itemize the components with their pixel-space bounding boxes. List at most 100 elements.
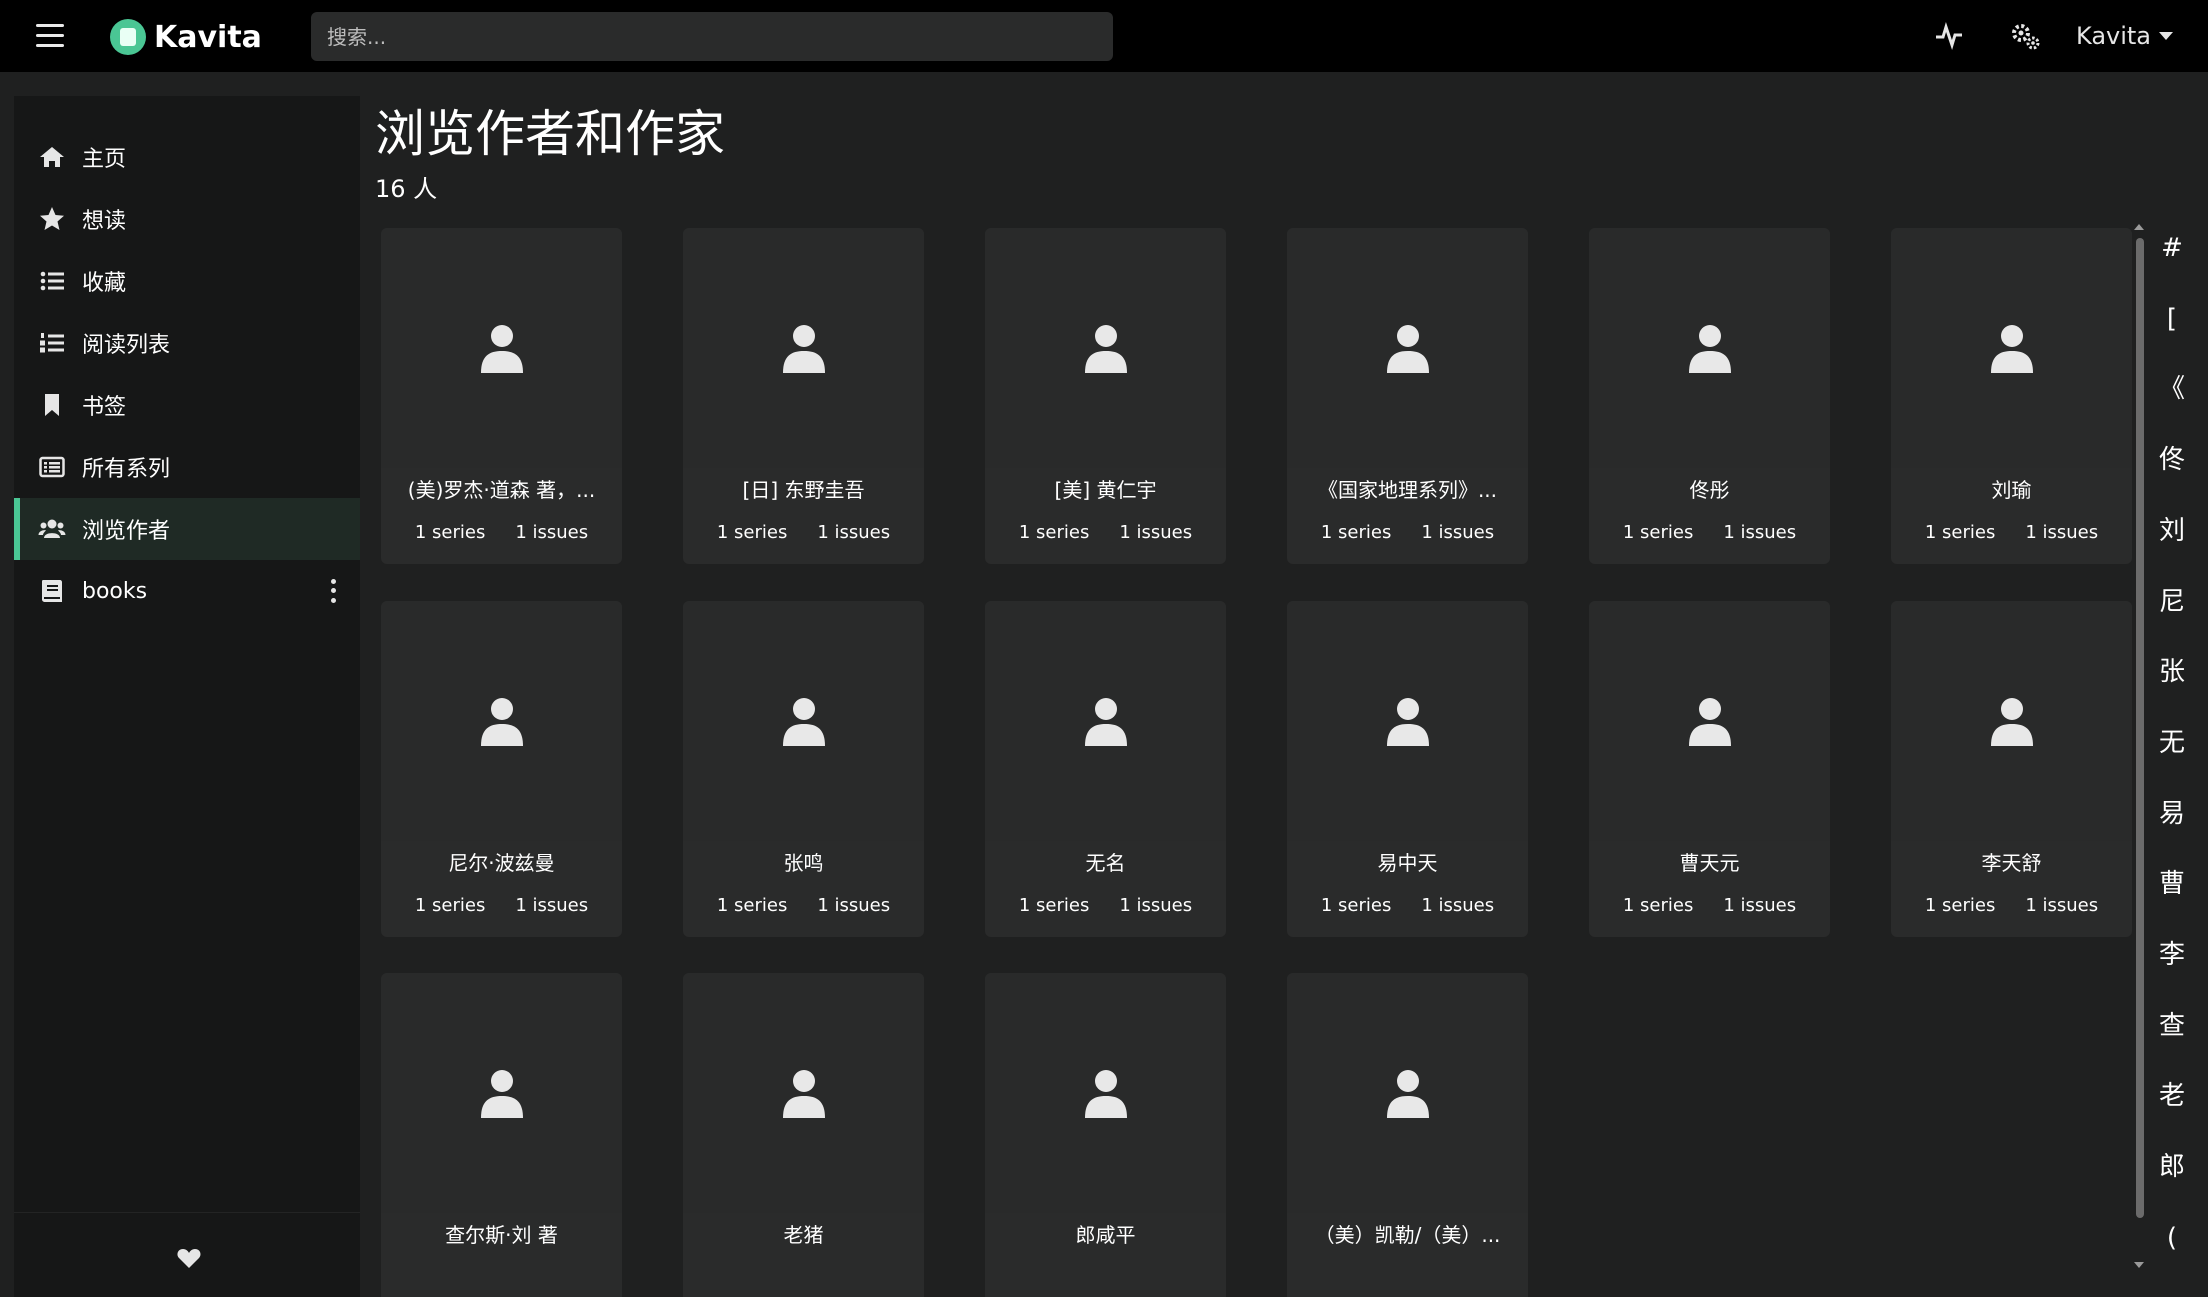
sidebar-item-collections[interactable]: 收藏 (14, 250, 360, 312)
author-stats: 1 series 1 issues (381, 522, 622, 543)
author-card[interactable]: 老猪 (683, 973, 924, 1297)
author-name: 易中天 (1377, 851, 1438, 875)
issues-count: 1 issues (1421, 522, 1495, 543)
sidebar-item-browse-authors[interactable]: 浏览作者 (14, 498, 360, 560)
sidebar: 主页 想读 收藏 阅读列表 书签 所有系列 浏览作者 books (14, 96, 360, 1297)
jump-key[interactable]: ( (2152, 1218, 2192, 1258)
scrollbar-thumb[interactable] (2136, 238, 2144, 1218)
author-name: [日] 东野圭吾 (742, 478, 865, 502)
author-card[interactable]: 易中天 1 series 1 issues (1287, 601, 1528, 937)
person-icon (480, 1070, 523, 1118)
author-name: (美)罗杰·道森 著，... (407, 478, 596, 502)
author-card[interactable]: (美)罗杰·道森 著，... 1 series 1 issues (381, 228, 622, 564)
jump-key[interactable]: # (2152, 228, 2192, 268)
person-icon (1084, 698, 1127, 746)
user-menu-label: Kavita (2076, 22, 2152, 50)
author-placeholder-image (381, 228, 622, 468)
issues-count: 1 issues (2025, 895, 2099, 916)
person-icon (480, 698, 523, 746)
author-card[interactable]: [美] 黄仁宇 1 series 1 issues (985, 228, 1226, 564)
series-count: 1 series (1924, 522, 1996, 543)
author-name: 李天舒 (1981, 851, 2042, 875)
jump-key[interactable]: 无 (2152, 723, 2192, 763)
sidebar-item-bookmarks[interactable]: 书签 (14, 374, 360, 436)
author-card[interactable]: 无名 1 series 1 issues (985, 601, 1226, 937)
author-card[interactable]: 查尔斯·刘 著 (381, 973, 622, 1297)
series-count: 1 series (1622, 522, 1694, 543)
author-card[interactable]: 佟彤 1 series 1 issues (1589, 228, 1830, 564)
sidebar-item-books-library[interactable]: books (14, 560, 360, 622)
brand-name: Kavita (154, 19, 262, 55)
person-icon (1386, 325, 1429, 373)
ordered-list-icon (40, 333, 64, 353)
sidebar-item-want-to-read[interactable]: 想读 (14, 188, 360, 250)
author-placeholder-image (985, 601, 1226, 841)
home-icon (40, 147, 64, 167)
jump-key[interactable]: [ (2152, 299, 2192, 339)
sidebar-item-label: 收藏 (82, 271, 127, 296)
author-card[interactable]: [日] 东野圭吾 1 series 1 issues (683, 228, 924, 564)
author-name: 老猪 (783, 1223, 824, 1247)
jump-key[interactable]: 查 (2152, 1006, 2192, 1046)
author-placeholder-image (1589, 601, 1830, 841)
users-icon (38, 519, 66, 538)
jump-key[interactable]: 张 (2152, 652, 2192, 692)
scroll-down-arrow[interactable] (2134, 1262, 2144, 1268)
author-name: 郎咸平 (1075, 1223, 1136, 1247)
issues-count: 1 issues (1119, 895, 1193, 916)
top-navbar: Kavita Kavita (0, 0, 2208, 72)
jump-key[interactable]: 李 (2152, 935, 2192, 975)
jump-key[interactable]: 易 (2152, 794, 2192, 834)
library-options-icon[interactable] (328, 577, 338, 605)
author-card[interactable]: 李天舒 1 series 1 issues (1891, 601, 2132, 937)
sidebar-item-all-series[interactable]: 所有系列 (14, 436, 360, 498)
author-card[interactable]: 尼尔·波兹曼 1 series 1 issues (381, 601, 622, 937)
author-card[interactable]: 郎咸平 (985, 973, 1226, 1297)
series-count: 1 series (414, 522, 486, 543)
author-placeholder-image (1589, 228, 1830, 468)
user-menu-dropdown[interactable]: Kavita (2076, 20, 2174, 52)
jump-key[interactable]: 老 (2152, 1076, 2192, 1116)
person-icon (480, 325, 523, 373)
scroll-up-arrow[interactable] (2134, 224, 2144, 230)
author-stats: 1 series 1 issues (1891, 522, 2132, 543)
series-count: 1 series (414, 895, 486, 916)
author-card[interactable]: （美）凯勒/（美）... (1287, 973, 1528, 1297)
author-placeholder-image (1287, 228, 1528, 468)
rectangle-list-icon (39, 456, 65, 478)
person-icon (1386, 698, 1429, 746)
sidebar-item-home[interactable]: 主页 (14, 126, 360, 188)
menu-icon[interactable] (36, 24, 64, 48)
author-name: 无名 (1085, 851, 1126, 875)
author-card[interactable]: 刘瑜 1 series 1 issues (1891, 228, 2132, 564)
sidebar-item-reading-lists[interactable]: 阅读列表 (14, 312, 360, 374)
person-icon (1990, 325, 2033, 373)
author-placeholder-image (1287, 973, 1528, 1213)
author-name: 佟彤 (1689, 478, 1730, 502)
jump-key[interactable]: 《 (2152, 369, 2192, 409)
heart-icon[interactable] (175, 1244, 203, 1272)
sidebar-item-label: 书签 (82, 395, 127, 420)
activity-icon[interactable] (1933, 20, 1965, 52)
settings-icon[interactable] (2010, 20, 2042, 52)
author-name: 查尔斯·刘 著 (445, 1223, 558, 1247)
issues-count: 1 issues (1119, 522, 1193, 543)
issues-count: 1 issues (515, 895, 589, 916)
jump-key[interactable]: 郎 (2152, 1147, 2192, 1187)
author-card[interactable]: 曹天元 1 series 1 issues (1589, 601, 1830, 937)
author-placeholder-image (381, 973, 622, 1213)
author-stats: 1 series 1 issues (683, 522, 924, 543)
series-count: 1 series (716, 522, 788, 543)
issues-count: 1 issues (515, 522, 589, 543)
author-name: 尼尔·波兹曼 (448, 851, 555, 875)
bookmark-icon (45, 394, 59, 416)
brand-link[interactable]: Kavita (110, 18, 262, 56)
author-card[interactable]: 张鸣 1 series 1 issues (683, 601, 924, 937)
author-card[interactable]: 《国家地理系列》... 1 series 1 issues (1287, 228, 1528, 564)
jump-key[interactable]: 刘 (2152, 511, 2192, 551)
search-input[interactable] (311, 12, 1113, 61)
jump-key[interactable]: 曹 (2152, 864, 2192, 904)
issues-count: 1 issues (817, 895, 891, 916)
jump-key[interactable]: 尼 (2152, 582, 2192, 622)
jump-key[interactable]: 佟 (2152, 440, 2192, 480)
